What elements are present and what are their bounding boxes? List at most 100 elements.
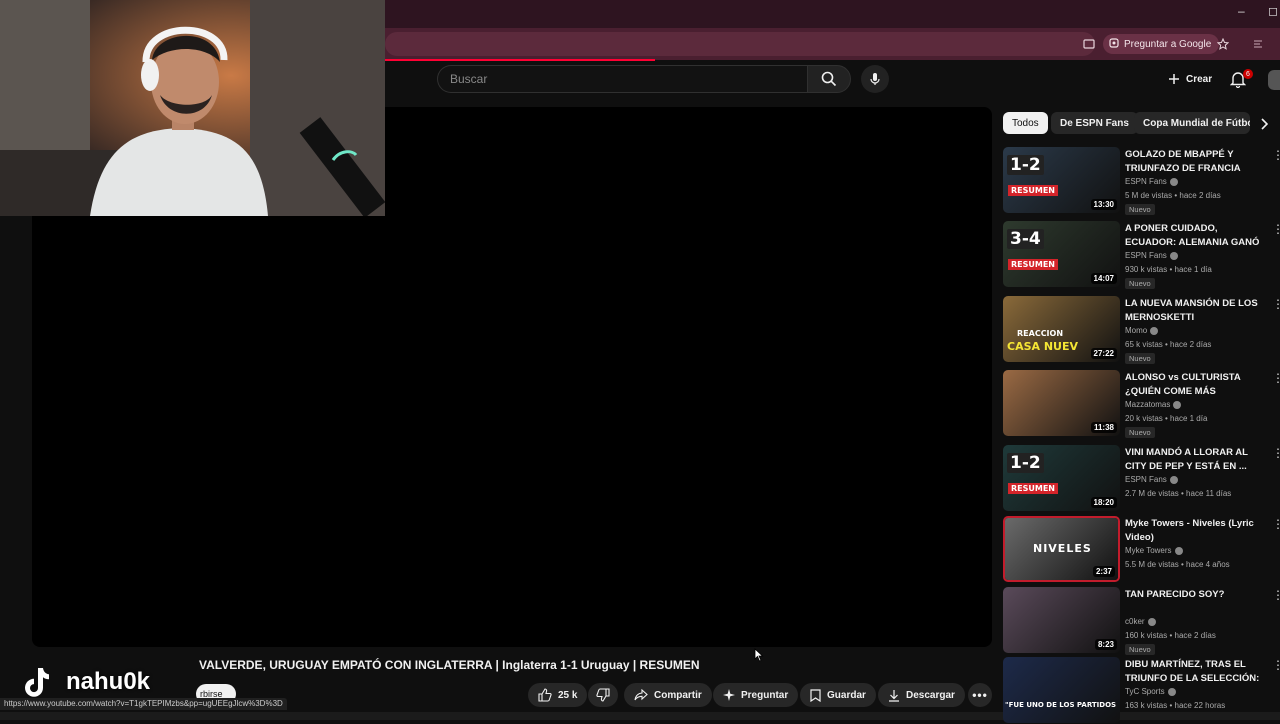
- video-meta: 160 k vistas • hace 2 días: [1125, 631, 1216, 640]
- link-status-bar: https://www.youtube.com/watch?v=T1gkTEPI…: [0, 698, 287, 710]
- reading-list-icon[interactable]: [1250, 36, 1266, 52]
- restore-icon[interactable]: ◻: [1268, 4, 1278, 18]
- chip-all[interactable]: Todos: [1003, 112, 1048, 134]
- bookmark-star-icon[interactable]: [1215, 36, 1231, 52]
- tab-strip[interactable]: [385, 0, 1280, 28]
- download-label: Descargar: [906, 689, 955, 701]
- channel-name[interactable]: Momo: [1125, 326, 1159, 335]
- recommendation-title[interactable]: Myke Towers - Niveles (Lyric Video): [1125, 517, 1265, 544]
- create-button[interactable]: Crear: [1158, 66, 1222, 92]
- video-duration: 8:23: [1094, 639, 1117, 650]
- recommendation-title[interactable]: DIBU MARTÍNEZ, TRAS EL TRIUNFO DE LA SEL…: [1125, 658, 1265, 686]
- channel-label: Mazzatomas: [1125, 400, 1171, 409]
- install-app-icon[interactable]: [1081, 36, 1097, 52]
- notification-count-badge: 6: [1243, 69, 1253, 79]
- bookmark-icon: [810, 688, 821, 702]
- channel-name[interactable]: Myke Towers: [1125, 546, 1183, 555]
- dislike-button[interactable]: [588, 683, 618, 707]
- minimize-icon[interactable]: –: [1238, 4, 1245, 18]
- verified-icon: [1173, 400, 1182, 409]
- recommendation-title[interactable]: TAN PARECIDO SOY?: [1125, 588, 1265, 602]
- channel-name[interactable]: ESPN Fans: [1125, 475, 1178, 484]
- sparkle-icon: [723, 689, 735, 701]
- video-duration: 2:37: [1092, 566, 1115, 577]
- tiktok-logo-icon: [25, 668, 49, 697]
- address-bar[interactable]: [385, 32, 1095, 56]
- plus-icon: [1169, 74, 1179, 84]
- video-thumbnail[interactable]: CASA NUEV REACCION 27:22: [1003, 296, 1120, 362]
- more-actions-button[interactable]: •••: [968, 683, 992, 707]
- recommendation-item[interactable]: "FUE UNO DE LOS PARTIDOS DIBU MARTÍNEZ, T…: [1003, 657, 1280, 724]
- recommendation-item[interactable]: 3-4 RESUMEN 14:07 A PONER CUIDADO, ECUADOR:…: [1003, 221, 1280, 289]
- video-title: VALVERDE, URUGUAY EMPATÓ CON INGLATERRA …: [199, 658, 700, 672]
- verified-icon: [1169, 251, 1178, 260]
- more-vertical-icon[interactable]: ⋮: [1272, 223, 1280, 235]
- lens-icon: [1109, 37, 1119, 51]
- voice-search-button[interactable]: [861, 65, 889, 93]
- recommendation-title[interactable]: GOLAZO DE MBAPPÉ Y TRIUNFAZO DE FRANCIA …: [1125, 148, 1265, 176]
- recommendation-item[interactable]: CASA NUEV REACCION 27:22 LA NUEVA MANSIÓN D…: [1003, 296, 1280, 364]
- video-thumbnail[interactable]: 11:38: [1003, 370, 1120, 436]
- recommendation-title[interactable]: A PONER CUIDADO, ECUADOR: ALEMANIA GANÓ …: [1125, 222, 1265, 250]
- video-duration: 11:38: [1090, 422, 1117, 433]
- channel-name[interactable]: TyC Sports: [1125, 687, 1176, 696]
- chip-scroll-next-button[interactable]: [1254, 114, 1274, 134]
- ask-label: Preguntar: [741, 689, 789, 701]
- video-thumbnail[interactable]: NIVELES 2:37: [1003, 516, 1120, 582]
- avatar[interactable]: [1268, 70, 1280, 90]
- recommendation-item[interactable]: 1-2 RESUMEN 18:20 VINI MANDÓ A LLORAR AL CI…: [1003, 445, 1280, 512]
- share-button[interactable]: Compartir: [624, 683, 712, 707]
- ask-google-label: Preguntar a Google: [1124, 38, 1212, 50]
- channel-label: ESPN Fans: [1125, 177, 1167, 186]
- video-thumbnail[interactable]: 8:23: [1003, 587, 1120, 653]
- video-meta: 2.7 M de vistas • hace 11 días: [1125, 489, 1232, 498]
- recommendation-item[interactable]: 8:23 TAN PARECIDO SOY? c0ker 160 k vistas •…: [1003, 587, 1280, 655]
- more-vertical-icon[interactable]: ⋮: [1272, 372, 1280, 384]
- new-badge: Nuevo: [1125, 644, 1155, 655]
- channel-name[interactable]: c0ker: [1125, 617, 1156, 626]
- channel-label: c0ker: [1125, 617, 1145, 626]
- save-label: Guardar: [827, 689, 866, 701]
- like-button[interactable]: 25 k: [528, 683, 588, 707]
- download-icon: [889, 689, 899, 702]
- verified-icon: [1147, 617, 1156, 626]
- verified-icon: [1167, 687, 1176, 696]
- chip-world-cup[interactable]: Copa Mundial de Fútbo: [1134, 112, 1250, 134]
- recommendation-item[interactable]: NIVELES 2:37 Myke Towers - Niveles (Lyric …: [1003, 516, 1280, 583]
- video-meta: 20 k vistas • hace 1 día: [1125, 414, 1208, 423]
- channel-name[interactable]: Mazzatomas: [1125, 400, 1182, 409]
- recommendation-title[interactable]: LA NUEVA MANSIÓN DE LOS MERNOSKETTI: [1125, 297, 1265, 324]
- download-button[interactable]: Descargar: [878, 683, 965, 707]
- share-label: Compartir: [654, 689, 702, 701]
- video-thumbnail[interactable]: 1-2 RESUMEN 18:20: [1003, 445, 1120, 511]
- thumbnail-text: 1-2: [1007, 453, 1044, 473]
- channel-label: ESPN Fans: [1125, 475, 1167, 484]
- more-vertical-icon[interactable]: ⋮: [1272, 298, 1280, 310]
- thumbs-up-icon: [538, 688, 552, 702]
- channel-name[interactable]: ESPN Fans: [1125, 251, 1178, 260]
- more-vertical-icon[interactable]: ⋮: [1272, 659, 1280, 671]
- save-button[interactable]: Guardar: [800, 683, 876, 707]
- video-duration: 18:20: [1090, 497, 1117, 508]
- recommendation-title[interactable]: ALONSO vs CULTURISTA ¿QUIÉN COME MÁS PAN…: [1125, 371, 1265, 399]
- ask-google-button[interactable]: Preguntar a Google: [1103, 34, 1220, 54]
- search-button[interactable]: [807, 65, 851, 93]
- video-thumbnail[interactable]: "FUE UNO DE LOS PARTIDOS: [1003, 657, 1120, 723]
- new-badge: Nuevo: [1125, 427, 1155, 438]
- thumbs-down-icon: [596, 688, 610, 702]
- more-vertical-icon[interactable]: ⋮: [1272, 447, 1280, 459]
- recommendation-title[interactable]: VINI MANDÓ A LLORAR AL CITY DE PEP Y EST…: [1125, 446, 1265, 473]
- more-vertical-icon[interactable]: ⋮: [1272, 589, 1280, 601]
- channel-name[interactable]: ESPN Fans: [1125, 177, 1178, 186]
- microphone-icon: [870, 73, 880, 85]
- more-vertical-icon[interactable]: ⋮: [1272, 518, 1280, 530]
- more-vertical-icon[interactable]: ⋮: [1272, 149, 1280, 161]
- recommendation-item[interactable]: 1-2 RESUMEN 13:30 GOLAZO DE MBAPPÉ Y TRIUNF…: [1003, 147, 1280, 215]
- more-horizontal-icon: •••: [972, 688, 988, 702]
- ask-button[interactable]: Preguntar: [713, 683, 799, 707]
- search-input[interactable]: Buscar: [437, 65, 807, 93]
- video-thumbnail[interactable]: 3-4 RESUMEN 14:07: [1003, 221, 1120, 287]
- chip-espn-fans[interactable]: De ESPN Fans: [1051, 112, 1138, 134]
- video-thumbnail[interactable]: 1-2 RESUMEN 13:30: [1003, 147, 1120, 213]
- recommendation-item[interactable]: 11:38 ALONSO vs CULTURISTA ¿QUIÉN COME MÁ…: [1003, 370, 1280, 438]
